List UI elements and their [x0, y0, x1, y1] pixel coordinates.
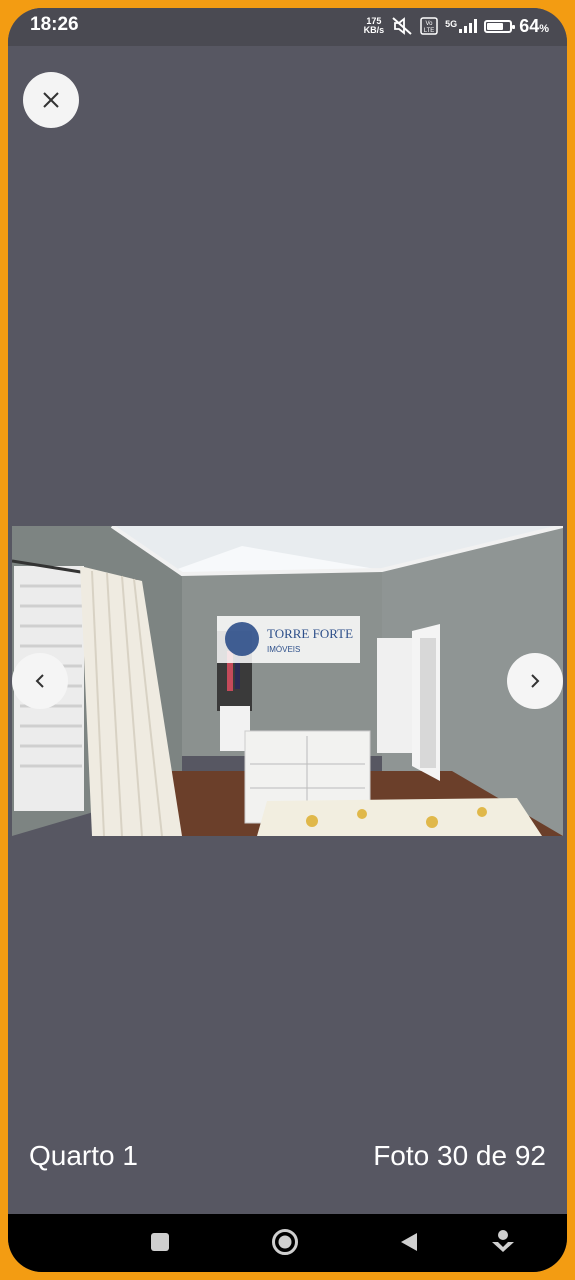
bedroom-photo: TORRE FORTE IMÓVEIS	[12, 526, 563, 836]
chevron-right-icon	[531, 674, 540, 688]
system-navigation-bar	[8, 1214, 567, 1272]
watermark-brand: TORRE FORTE	[267, 626, 353, 641]
assistant-icon[interactable]	[490, 1228, 516, 1256]
close-icon	[43, 92, 59, 108]
watermark-sub: IMÓVEIS	[267, 645, 300, 654]
svg-text:LTE: LTE	[424, 28, 435, 34]
svg-text:Vo: Vo	[426, 21, 434, 27]
chevron-left-icon	[35, 674, 44, 688]
home-circle-icon[interactable]	[271, 1228, 299, 1256]
battery-icon	[484, 19, 516, 33]
network-speed-unit: KB/s	[363, 25, 385, 35]
previous-photo-button[interactable]	[12, 653, 68, 709]
status-time: 18:26	[30, 14, 79, 35]
battery-fill	[487, 22, 503, 30]
signal-icon: 5G	[445, 19, 478, 33]
back-triangle-icon[interactable]	[398, 1231, 420, 1253]
recents-square-icon[interactable]	[149, 1231, 171, 1253]
next-photo-button[interactable]	[507, 653, 563, 709]
phone-screen: 18:26 175 KB/s Vo LTE 5G 64% TORRE FORTE…	[8, 8, 567, 1272]
photo-counter: Foto 30 de 92	[373, 1140, 546, 1171]
photo-caption: Quarto 1	[29, 1140, 138, 1171]
close-button[interactable]	[23, 72, 79, 128]
network-speed: 175 KB/s	[364, 17, 385, 35]
status-bar: 18:26 175 KB/s Vo LTE 5G 64%	[8, 8, 567, 46]
mute-icon	[392, 17, 412, 35]
network-type: 5G	[445, 19, 458, 29]
battery-percent: 64%	[519, 15, 549, 36]
volte-icon: Vo LTE	[420, 17, 438, 35]
gallery-photo[interactable]: TORRE FORTE IMÓVEIS	[12, 526, 563, 836]
status-icons: 175 KB/s Vo LTE 5G 64%	[364, 14, 549, 38]
